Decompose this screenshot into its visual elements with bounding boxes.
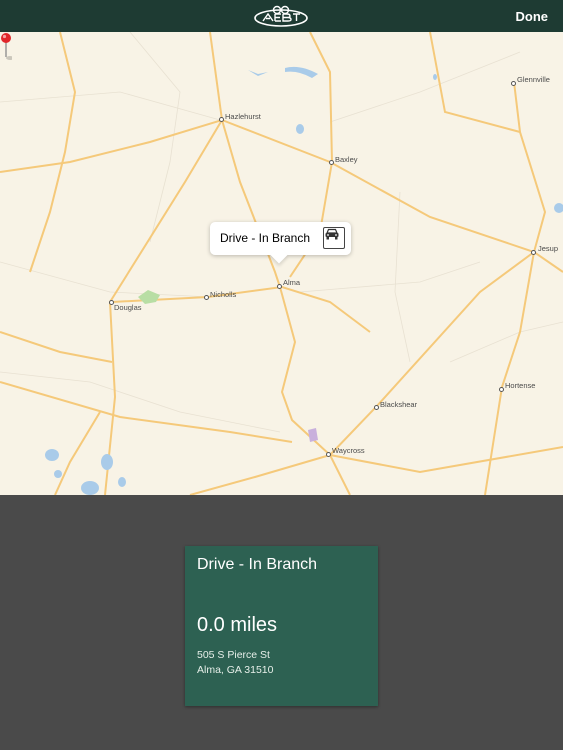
city-marker bbox=[326, 452, 331, 457]
city-label[interactable]: Hazlehurst bbox=[225, 112, 261, 121]
branch-name: Drive - In Branch bbox=[197, 556, 318, 573]
address-line-1: 505 S Pierce St bbox=[197, 649, 270, 661]
car-icon bbox=[325, 228, 339, 240]
done-button[interactable]: Done bbox=[516, 9, 549, 24]
city-label[interactable]: Hortense bbox=[505, 381, 535, 390]
city-label[interactable]: Jesup bbox=[538, 244, 558, 253]
location-callout[interactable]: Drive - In Branch bbox=[210, 222, 351, 264]
city-marker bbox=[277, 284, 282, 289]
navigation-bar: Done bbox=[0, 0, 563, 32]
directions-button[interactable] bbox=[323, 227, 345, 249]
map-view[interactable]: Glennville Hazlehurst Baxley Jesup Dougl… bbox=[0, 32, 563, 495]
city-label[interactable]: Alma bbox=[283, 278, 300, 287]
city-marker bbox=[204, 295, 209, 300]
city-marker bbox=[329, 160, 334, 165]
city-label[interactable]: Nicholls bbox=[210, 290, 236, 299]
city-marker bbox=[219, 117, 224, 122]
branch-info-card[interactable]: Drive - In Branch 0.0 miles 505 S Pierce… bbox=[185, 546, 378, 706]
city-marker bbox=[511, 81, 516, 86]
city-marker bbox=[499, 387, 504, 392]
city-marker bbox=[374, 405, 379, 410]
city-label[interactable]: Baxley bbox=[335, 155, 358, 164]
city-label[interactable]: Waycross bbox=[332, 446, 365, 455]
city-label[interactable]: Glennville bbox=[517, 75, 550, 84]
city-marker bbox=[531, 250, 536, 255]
city-label[interactable]: Douglas bbox=[114, 303, 142, 312]
address-line-2: Alma, GA 31510 bbox=[197, 664, 274, 676]
branch-distance: 0.0 miles bbox=[197, 614, 278, 636]
app-logo bbox=[254, 5, 308, 27]
city-label[interactable]: Blackshear bbox=[380, 400, 417, 409]
map-roads bbox=[0, 32, 563, 495]
callout-title: Drive - In Branch bbox=[220, 231, 311, 245]
map-pin-icon[interactable] bbox=[0, 32, 12, 62]
